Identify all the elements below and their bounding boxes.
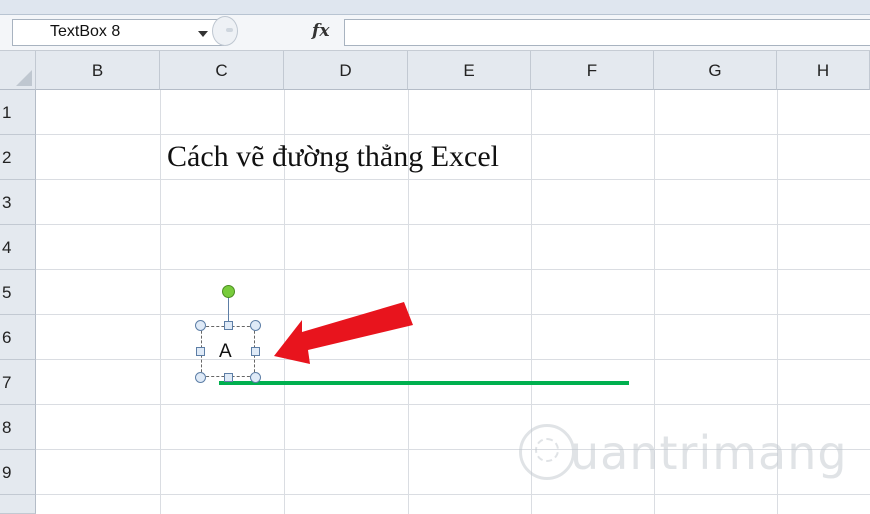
row-header-10[interactable] [0,495,36,514]
textbox-text[interactable]: A [219,341,232,363]
column-header-d[interactable]: D [284,51,408,90]
arrow-shape [274,302,413,364]
column-header-e[interactable]: E [408,51,531,90]
green-straight-line-shape[interactable] [219,381,629,385]
column-header-f[interactable]: F [531,51,654,90]
ribbon-bottom-strip [0,0,870,15]
column-header-h[interactable]: H [777,51,870,90]
formula-input[interactable] [344,19,870,46]
row-header-2[interactable]: 2 [0,135,36,180]
gridline [36,224,870,225]
gridline [36,404,870,405]
resize-handle-left[interactable] [196,347,205,356]
rotate-handle[interactable] [222,285,235,298]
column-header-c[interactable]: C [160,51,284,90]
resize-handle-bottom-left[interactable] [195,372,206,383]
name-box-value: TextBox 8 [50,23,121,40]
gridline [36,314,870,315]
rotate-handle-stem [228,296,229,323]
formula-bar-resize-handle[interactable] [212,16,238,46]
gridline [36,494,870,495]
column-header-b[interactable]: B [36,51,160,90]
cell-c2-title[interactable]: Cách vẽ đường thẳng Excel [167,140,499,174]
red-arrow-annotation [274,302,413,364]
row-header-1[interactable]: 1 [0,90,36,135]
row-header-4[interactable]: 4 [0,225,36,270]
gridline [36,179,870,180]
gridline [36,134,870,135]
row-header-6[interactable]: 6 [0,315,36,360]
row-header-5[interactable]: 5 [0,270,36,315]
resize-handle-bottom[interactable] [224,373,233,382]
watermark-logo: uantrimang [514,422,847,494]
gridline [36,359,870,360]
select-all-triangle-icon [16,70,32,86]
watermark-text: uantrimang [570,426,848,480]
resize-handle-top[interactable] [224,321,233,330]
grip-icon [226,28,233,32]
resize-handle-top-left[interactable] [195,320,206,331]
resize-handle-bottom-right[interactable] [250,372,261,383]
gridline [160,90,161,514]
row-header-8[interactable]: 8 [0,405,36,450]
row-header-7[interactable]: 7 [0,360,36,405]
resize-handle-right[interactable] [251,347,260,356]
chevron-down-icon[interactable] [198,31,208,37]
gridline [36,269,870,270]
column-header-g[interactable]: G [654,51,777,90]
insert-function-button[interactable]: fx [312,21,329,41]
lightbulb-icon [535,438,559,462]
row-header-3[interactable]: 3 [0,180,36,225]
resize-handle-top-right[interactable] [250,320,261,331]
row-header-9[interactable]: 9 [0,450,36,495]
